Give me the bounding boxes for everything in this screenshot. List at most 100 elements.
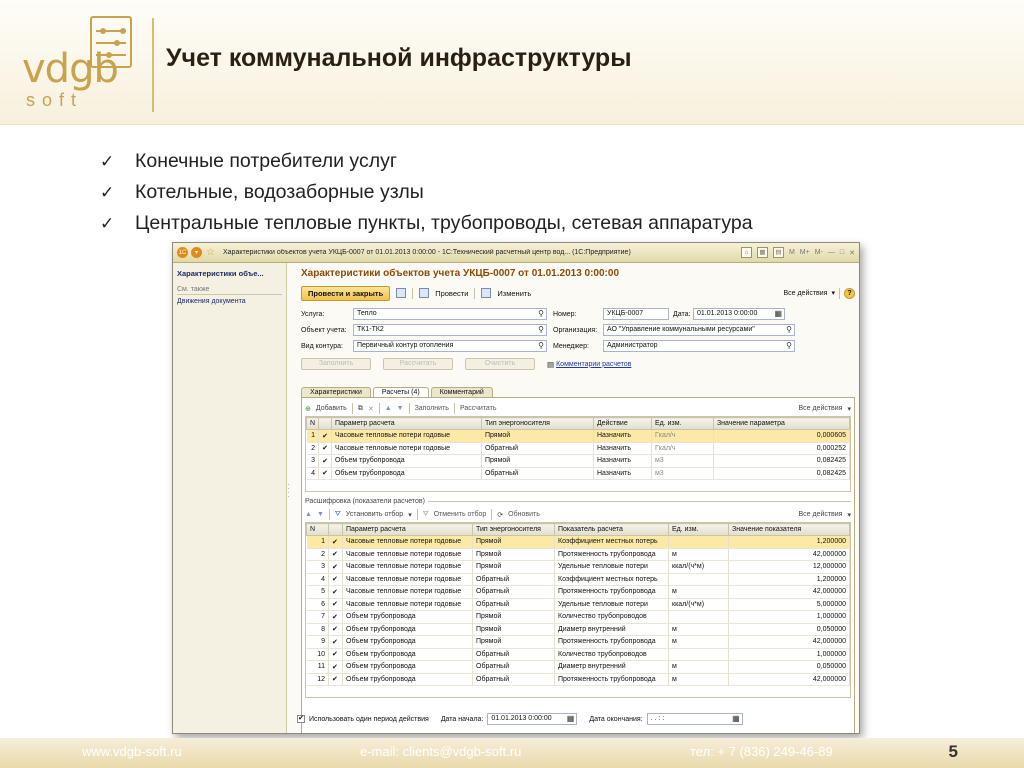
save-icon[interactable] <box>396 288 407 298</box>
add-icon[interactable]: ⊕ <box>305 405 311 413</box>
table-row[interactable]: 5 ✔ Часовые тепловые потери годовые Обратны… <box>306 585 850 599</box>
star-icon[interactable]: ☆ <box>205 247 216 258</box>
table-row[interactable]: 10 ✔ Объем трубопровода Обратный Количество … <box>306 648 850 661</box>
move-up-icon[interactable]: ▲ <box>385 405 392 412</box>
manager-field[interactable]: Администратор ⚲ <box>603 340 795 352</box>
calculator-icon[interactable]: ▤ <box>772 247 784 258</box>
close-icon[interactable]: ✕ <box>849 249 855 257</box>
table-row[interactable]: 9 ✔ Объем трубопровода Прямой Протяженность … <box>306 635 850 649</box>
app-menu-icon[interactable]: 1С <box>177 247 188 258</box>
comments-link[interactable]: Комментарии расчетов <box>556 361 631 368</box>
date-field[interactable]: 01.01.2013 0:00:00 ▦ <box>693 308 785 320</box>
table-row[interactable]: 4 ✔ Часовые тепловые потери годовые Обратны… <box>306 573 850 586</box>
table-row[interactable]: 11 ✔ Объем трубопровода Обратный Диаметр вну… <box>306 660 850 674</box>
organization-field[interactable]: АО "Управление коммунальными ресурсами" ⚲ <box>603 324 795 336</box>
search-icon[interactable]: ⚲ <box>786 325 792 335</box>
chevron-down-icon[interactable]: ▾ <box>831 289 835 297</box>
grid-icon[interactable]: ▦ <box>756 247 768 258</box>
table-row[interactable]: 12 ✔ Объем трубопровода Обратный Протяженнос… <box>306 673 850 686</box>
search-icon[interactable]: ⚲ <box>538 325 544 335</box>
memory-plus-button[interactable]: M+ <box>800 249 810 256</box>
chevron-down-icon[interactable]: ▾ <box>408 511 412 519</box>
footer-email[interactable]: e-mail: clients@vdgb-soft.ru <box>360 744 521 759</box>
column-header[interactable]: N <box>306 523 329 536</box>
object-field[interactable]: ТК1-ТК2 ⚲ <box>353 324 547 336</box>
search-icon[interactable]: ⚲ <box>786 341 792 351</box>
column-header[interactable] <box>318 417 332 430</box>
grid-calculate-button[interactable]: Рассчитать <box>460 405 497 412</box>
calendar-icon[interactable]: ▦ <box>567 714 575 724</box>
clear-button[interactable]: Очистить <box>465 358 535 370</box>
end-date-field[interactable]: . . : : ▦ <box>646 713 743 725</box>
footer-website[interactable]: www.vdgb-soft.ru <box>82 744 182 759</box>
filter-icon[interactable]: ⛛ <box>335 511 341 519</box>
tab-characteristics[interactable]: Характеристики <box>301 387 371 397</box>
calendar-icon[interactable]: ▦ <box>774 309 782 319</box>
search-icon[interactable]: ⚲ <box>538 309 544 319</box>
table-row[interactable]: 8 ✔ Объем трубопровода Прямой Диаметр внутре… <box>306 623 850 636</box>
help-icon[interactable]: ? <box>844 287 855 299</box>
memory-minus-button[interactable]: M- <box>815 249 823 256</box>
table-row[interactable]: 1 ✔ Часовые тепловые потери годовые Прямой Н… <box>306 429 851 443</box>
table-row[interactable]: 2 ✔ Часовые тепловые потери годовые Прямой П… <box>306 548 850 561</box>
post-button[interactable]: Провести <box>435 289 468 298</box>
document-movements-link[interactable]: Движения документа <box>177 298 282 305</box>
column-header[interactable]: Значение параметра <box>712 417 851 430</box>
edit-icon[interactable] <box>481 288 492 298</box>
refresh-button[interactable]: Обновить <box>508 511 540 518</box>
panel-splitter[interactable]: · · · · <box>287 481 290 501</box>
table-row[interactable]: 7 ✔ Объем трубопровода Прямой Количество тру… <box>306 610 850 624</box>
grid-fill-button[interactable]: Заполнить <box>415 405 449 412</box>
clear-filter-icon[interactable]: ⛛ <box>423 511 429 519</box>
all-actions-button[interactable]: Все действия <box>783 290 827 297</box>
column-header[interactable] <box>328 523 343 536</box>
move-down-icon[interactable]: ▼ <box>397 405 404 412</box>
set-filter-button[interactable]: Установить отбор <box>346 511 403 518</box>
side-panel-title[interactable]: Характеристики объе... <box>177 269 282 278</box>
circuit-field[interactable]: Первичный контур отопления ⚲ <box>353 340 547 352</box>
minimize-icon[interactable]: — <box>828 249 835 256</box>
post-icon[interactable] <box>419 288 430 298</box>
column-header[interactable]: Тип энергоносителя <box>480 417 594 430</box>
clear-filter-button[interactable]: Отменить отбор <box>434 511 487 518</box>
column-header[interactable]: Значение показателя <box>728 523 850 536</box>
service-field[interactable]: Тепло ⚲ <box>353 308 547 320</box>
column-header[interactable]: Параметр расчета <box>330 417 482 430</box>
delete-icon[interactable]: ✕ <box>368 405 374 413</box>
copy-icon[interactable]: ⧉ <box>358 405 363 413</box>
calendar-icon[interactable]: ▦ <box>732 714 740 724</box>
tab-calculations[interactable]: Расчеты (4) <box>372 387 429 397</box>
column-header[interactable]: Показатель расчета <box>554 523 669 536</box>
search-icon[interactable]: ⚲ <box>538 341 544 351</box>
column-header[interactable]: Ед. изм. <box>668 523 729 536</box>
chevron-down-icon[interactable]: ▾ <box>847 511 851 519</box>
column-header[interactable]: Тип энергоносителя <box>472 523 555 536</box>
table-row[interactable]: 3 ✔ Часовые тепловые потери годовые Прямой У… <box>306 560 850 574</box>
memory-button[interactable]: M <box>789 249 795 256</box>
table-row[interactable]: 4 ✔ Объем трубопровода Обратный Назначить м3 0… <box>306 467 851 480</box>
table-row[interactable]: 2 ✔ Часовые тепловые потери годовые Обратны… <box>306 442 851 455</box>
tab-comment[interactable]: Комментарий <box>430 387 493 397</box>
table-row[interactable]: 3 ✔ Объем трубопровода Прямой Назначить м3 0,0… <box>306 454 851 468</box>
grid2-all-actions-button[interactable]: Все действия <box>798 511 842 518</box>
column-header[interactable]: N <box>305 417 320 430</box>
calculate-button[interactable]: Рассчитать <box>383 358 453 370</box>
refresh-icon[interactable]: ⟳ <box>497 511 503 519</box>
table-row[interactable]: 6 ✔ Часовые тепловые потери годовые Обратны… <box>306 598 850 611</box>
column-header[interactable]: Действие <box>592 417 652 430</box>
add-button[interactable]: Добавить <box>316 405 347 412</box>
start-date-field[interactable]: 01.01.2013 0:00:00 ▦ <box>487 713 578 725</box>
single-period-checkbox[interactable]: ✔ <box>297 715 305 723</box>
edit-button[interactable]: Изменить <box>497 289 531 298</box>
column-header[interactable]: Параметр расчета <box>342 523 473 536</box>
move-down-icon[interactable]: ▼ <box>317 511 324 518</box>
move-up-icon[interactable]: ▲ <box>305 511 312 518</box>
home-icon[interactable]: ⌂ <box>740 247 752 258</box>
number-field[interactable]: УКЦБ-0007 <box>603 308 669 320</box>
column-header[interactable]: Ед. изм. <box>650 417 714 430</box>
arrow-down-icon[interactable]: ▾ <box>191 247 202 258</box>
fill-button[interactable]: Заполнить <box>301 358 371 370</box>
chevron-down-icon[interactable]: ▾ <box>847 405 851 413</box>
post-and-close-button[interactable]: Провести и закрыть <box>301 285 391 301</box>
grid1-all-actions-button[interactable]: Все действия <box>798 405 842 412</box>
